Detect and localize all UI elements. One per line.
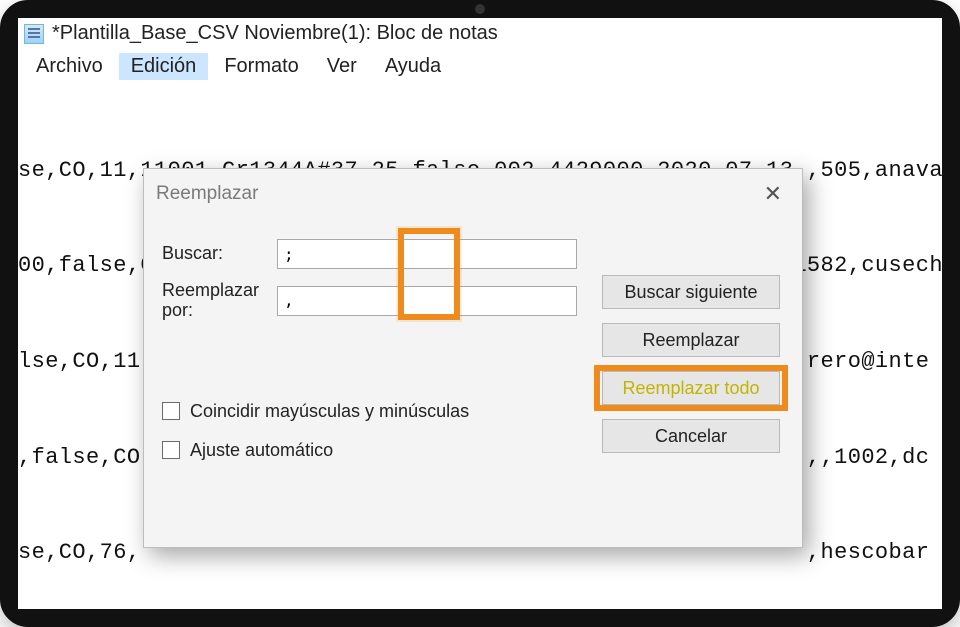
menu-formato[interactable]: Formato xyxy=(212,53,310,80)
menu-archivo[interactable]: Archivo xyxy=(24,53,115,80)
find-next-button[interactable]: Buscar siguiente xyxy=(602,275,780,309)
notepad-icon xyxy=(24,24,44,44)
cancel-button[interactable]: Cancelar xyxy=(602,419,780,453)
menubar: Archivo Edición Formato Ver Ayuda xyxy=(18,49,942,89)
menu-ayuda[interactable]: Ayuda xyxy=(373,53,453,80)
replace-dialog: Reemplazar ✕ Buscar: Reemplazar por: Coi… xyxy=(143,168,803,548)
dialog-body: Buscar: Reemplazar por: Coincidir mayúsc… xyxy=(144,219,802,473)
replace-button[interactable]: Reemplazar xyxy=(602,323,780,357)
menu-ver[interactable]: Ver xyxy=(315,53,369,80)
titlebar: *Plantilla_Base_CSV Noviembre(1): Bloc d… xyxy=(18,18,942,49)
wrap-around-label: Ajuste automático xyxy=(190,440,333,461)
camera-notch xyxy=(475,4,485,14)
replace-input[interactable] xyxy=(277,286,577,316)
close-icon[interactable]: ✕ xyxy=(756,179,790,209)
app-screen: *Plantilla_Base_CSV Noviembre(1): Bloc d… xyxy=(18,18,942,609)
replace-all-button[interactable]: Reemplazar todo xyxy=(602,371,780,405)
replace-label: Reemplazar por: xyxy=(162,281,277,321)
dialog-buttons: Buscar siguiente Reemplazar Reemplazar t… xyxy=(602,275,780,453)
checkbox-box xyxy=(162,402,180,420)
menu-edicion[interactable]: Edición xyxy=(119,53,209,80)
find-input[interactable] xyxy=(277,239,577,269)
checkbox-box xyxy=(162,441,180,459)
find-row: Buscar: xyxy=(162,239,784,269)
find-label: Buscar: xyxy=(162,244,277,264)
dialog-title: Reemplazar xyxy=(156,183,258,205)
match-case-label: Coincidir mayúsculas y minúsculas xyxy=(190,401,469,422)
dialog-titlebar: Reemplazar ✕ xyxy=(144,169,802,219)
window-title: *Plantilla_Base_CSV Noviembre(1): Bloc d… xyxy=(52,22,498,45)
